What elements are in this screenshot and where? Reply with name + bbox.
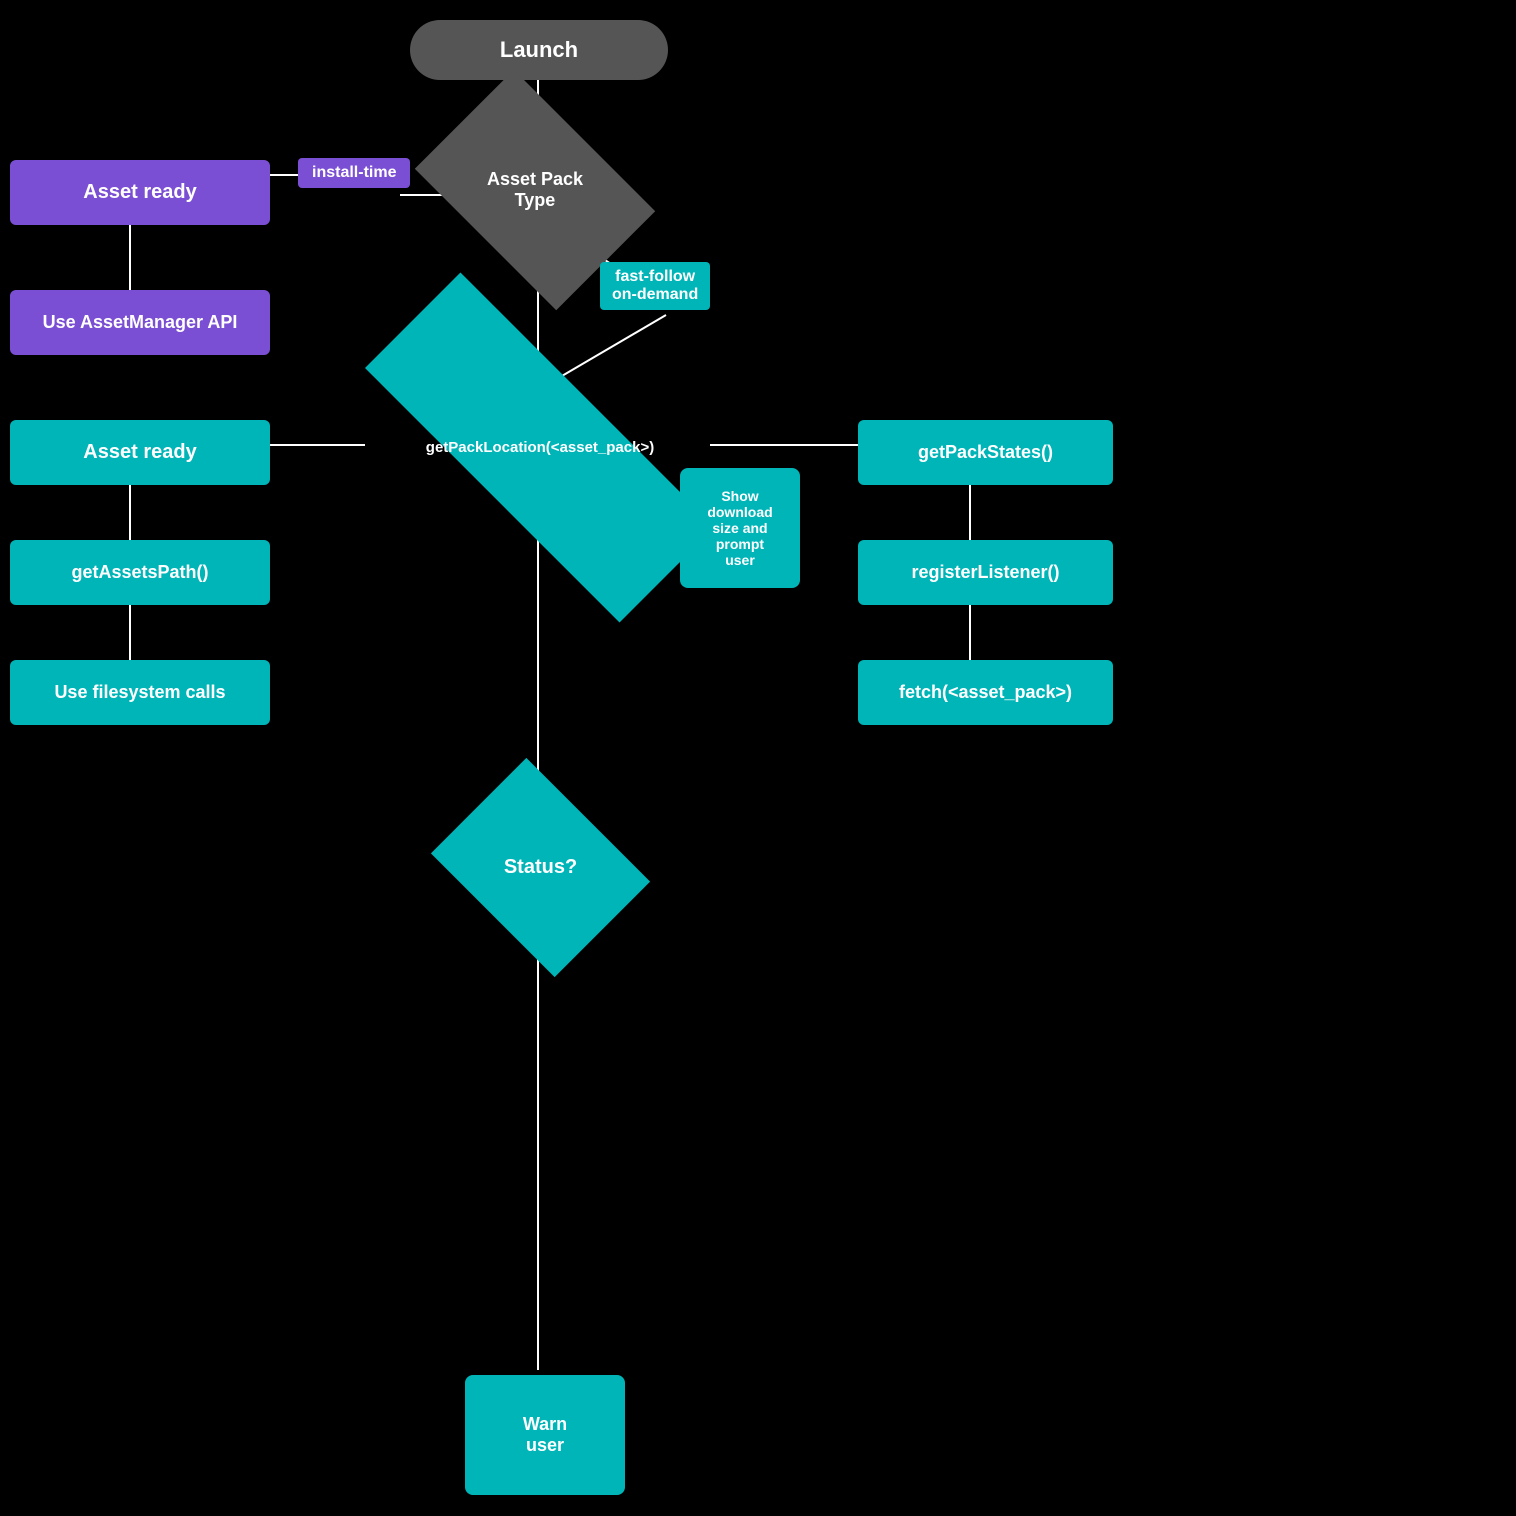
show-download-size-node: Show download size and prompt user [680, 468, 800, 588]
asset-pack-type-label: Asset Pack Type [435, 120, 635, 260]
asset-ready-2-node: Asset ready [10, 420, 270, 485]
flowchart: Launch install-time Asset Pack Type fast… [0, 0, 1516, 1516]
get-pack-states-node: getPackStates() [858, 420, 1113, 485]
launch-node: Launch [410, 20, 668, 80]
get-pack-location-diamond: getPackLocation(<asset_pack>) [365, 272, 715, 622]
warn-user-node: Warn user [465, 1375, 625, 1495]
get-pack-location-label: getPackLocation(<asset_pack>) [360, 380, 720, 515]
status-diamond: Status? [431, 758, 650, 977]
install-time-label: install-time [298, 158, 410, 188]
register-listener-node: registerListener() [858, 540, 1113, 605]
use-asset-manager-node: Use AssetManager API [10, 290, 270, 355]
connector-lines [0, 0, 1516, 1516]
fetch-asset-pack-node: fetch(<asset_pack>) [858, 660, 1113, 725]
status-label: Status? [453, 800, 628, 935]
get-assets-path-node: getAssetsPath() [10, 540, 270, 605]
asset-ready-1-node: Asset ready [10, 160, 270, 225]
use-filesystem-node: Use filesystem calls [10, 660, 270, 725]
fast-follow-label: fast-follow on-demand [600, 262, 710, 310]
